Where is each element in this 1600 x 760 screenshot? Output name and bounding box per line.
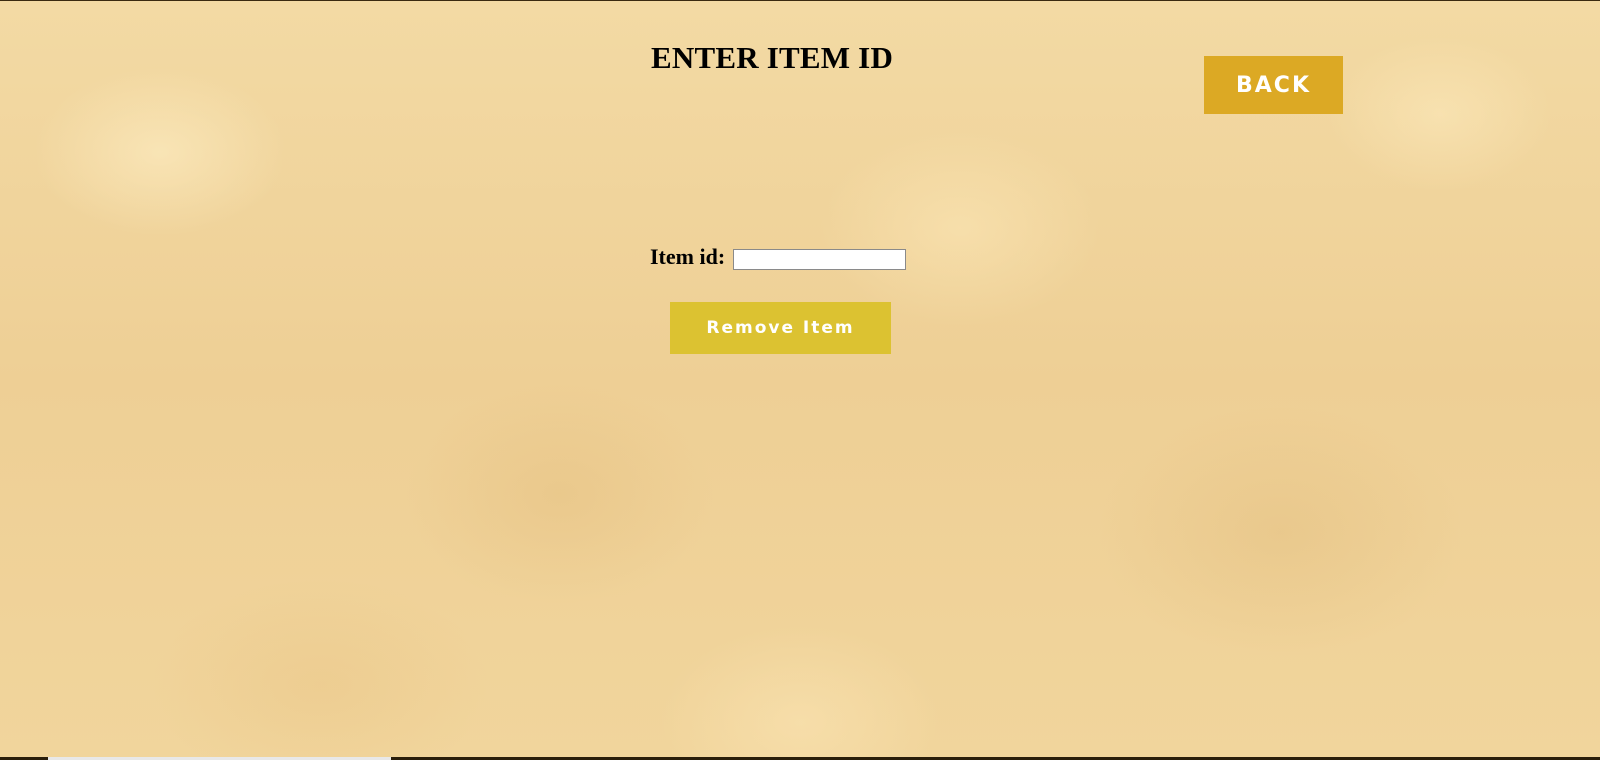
item-id-form-row: Item id: (650, 244, 907, 270)
page-title: ENTER ITEM ID (651, 40, 894, 75)
back-button[interactable]: BACK (1204, 56, 1343, 114)
item-id-input[interactable] (733, 248, 907, 270)
item-id-label: Item id: (650, 244, 726, 269)
remove-item-button[interactable]: Remove Item (670, 302, 891, 354)
top-border (0, 0, 1600, 1)
